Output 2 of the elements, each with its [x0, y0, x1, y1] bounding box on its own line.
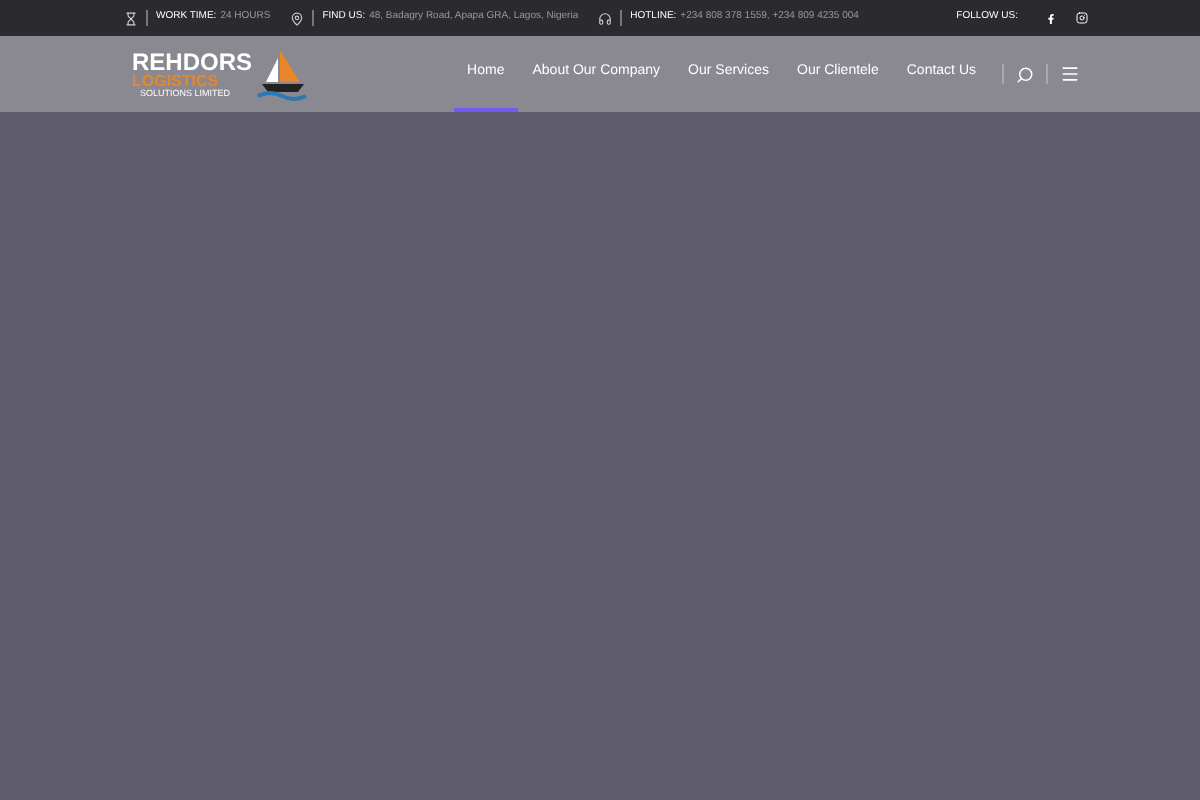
logo-text: LOGISTICS — [132, 73, 219, 90]
logo-text: REHDORS — [132, 49, 253, 74]
